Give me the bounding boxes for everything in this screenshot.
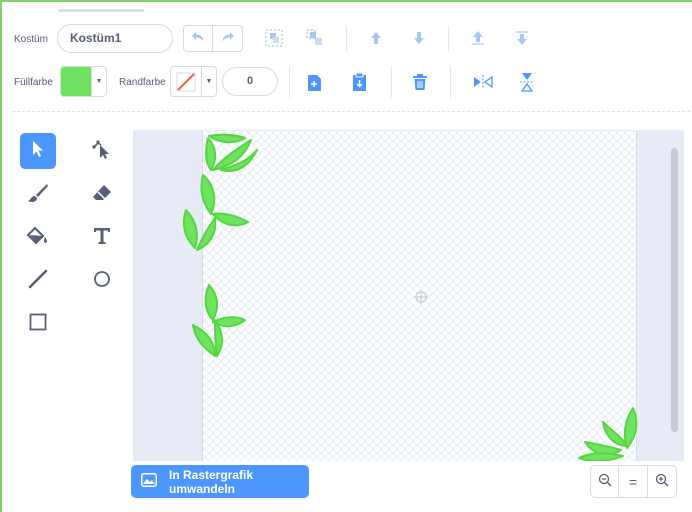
undo-redo-group xyxy=(183,25,243,52)
outline-color-picker[interactable]: ▼ xyxy=(170,66,217,97)
undo-button[interactable] xyxy=(183,25,213,52)
separator xyxy=(448,26,449,52)
toolbar-divider xyxy=(12,111,690,112)
front-icon[interactable] xyxy=(467,27,489,49)
crosshair-icon xyxy=(414,290,428,304)
reshape-tool[interactable] xyxy=(84,133,120,169)
top-border xyxy=(2,0,692,2)
forward-icon[interactable] xyxy=(365,27,387,49)
convert-label: In Rastergrafik umwandeln xyxy=(169,467,254,496)
fill-label: Füllfarbe xyxy=(14,77,53,88)
brush-icon xyxy=(27,183,49,208)
line-tool[interactable] xyxy=(20,263,56,299)
left-border xyxy=(0,0,2,512)
zoom-out-button[interactable] xyxy=(590,465,619,498)
reshape-icon xyxy=(92,139,112,164)
separator xyxy=(450,66,451,98)
zoom-reset-button[interactable]: = xyxy=(619,465,648,498)
outline-label: Randfarbe xyxy=(119,77,166,88)
paste-icon[interactable] xyxy=(350,71,370,93)
fill-tool[interactable] xyxy=(20,220,56,256)
convert-to-bitmap-button[interactable]: In Rastergrafik umwandeln xyxy=(131,465,309,498)
fill-color-picker[interactable]: ▼ xyxy=(60,66,107,97)
zoom-in-icon xyxy=(655,473,669,490)
delete-icon[interactable] xyxy=(410,71,430,93)
redo-button[interactable] xyxy=(213,25,243,52)
ungroup-icon[interactable] xyxy=(304,27,326,49)
outline-color-swatch xyxy=(171,67,201,96)
undo-icon xyxy=(191,30,205,48)
copy-icon[interactable] xyxy=(305,71,325,93)
leaf-drawing xyxy=(182,133,638,461)
outline-width-input[interactable]: 0 xyxy=(222,67,278,96)
canvas-scrollbar[interactable] xyxy=(671,148,678,432)
zoom-controls: = xyxy=(590,465,677,498)
fill-icon xyxy=(26,226,49,251)
rectangle-icon xyxy=(29,313,47,336)
eraser-icon xyxy=(92,184,112,207)
text-icon xyxy=(93,227,111,250)
circle-tool[interactable] xyxy=(84,263,120,299)
tab-indicator xyxy=(58,9,144,12)
brush-tool[interactable] xyxy=(20,177,56,213)
line-icon xyxy=(28,269,48,294)
costume-label: Kostüm xyxy=(14,34,48,45)
text-tool[interactable] xyxy=(84,220,120,256)
zoom-in-button[interactable] xyxy=(648,465,677,498)
separator xyxy=(289,66,290,98)
rectangle-tool[interactable] xyxy=(20,306,56,342)
backward-icon[interactable] xyxy=(408,27,430,49)
zoom-out-icon xyxy=(598,473,612,490)
caret-down-icon: ▼ xyxy=(91,67,106,96)
separator xyxy=(391,66,392,98)
flip-vertical-icon[interactable] xyxy=(516,71,538,93)
select-icon xyxy=(31,140,45,163)
fill-color-swatch xyxy=(61,67,91,96)
costume-name-input[interactable]: Kostüm1 xyxy=(57,24,173,53)
back-icon[interactable] xyxy=(511,27,533,49)
separator xyxy=(346,26,347,52)
paint-canvas[interactable] xyxy=(133,130,684,461)
group-icon[interactable] xyxy=(263,27,285,49)
image-icon xyxy=(141,473,157,490)
circle-icon xyxy=(93,270,111,293)
redo-icon xyxy=(221,30,235,48)
flip-horizontal-icon[interactable] xyxy=(472,71,494,93)
select-tool[interactable] xyxy=(20,133,56,169)
eraser-tool[interactable] xyxy=(84,177,120,213)
caret-down-icon: ▼ xyxy=(201,67,216,96)
